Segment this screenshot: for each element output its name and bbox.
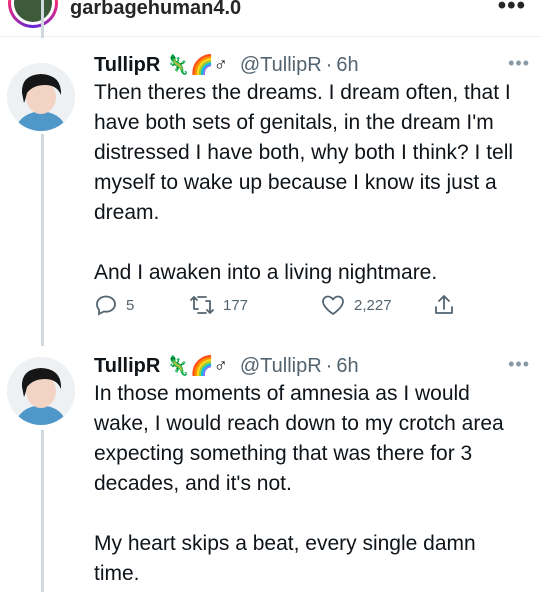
profile-avatar-image — [14, 0, 52, 22]
thread-line-top — [41, 0, 44, 38]
tweet-timestamp[interactable]: 6h — [336, 54, 358, 77]
author-emoji: 🦎🌈♂ — [166, 55, 228, 76]
share-icon — [435, 295, 453, 314]
tweet-paragraph: And I awaken into a living nightmare. — [94, 261, 438, 284]
more-options-icon[interactable]: ••• — [508, 354, 530, 375]
tweet-author-handle[interactable]: @TullipR — [240, 54, 322, 77]
tweet-author-name[interactable]: TullipR — [94, 355, 160, 378]
retweet-button[interactable]: 177 — [189, 293, 248, 317]
tweet-paragraph: Then theres the dreams. I dream often, t… — [94, 81, 514, 224]
author-emoji: 🦎🌈♂ — [166, 356, 228, 377]
ellipsis-icon[interactable]: ••• — [498, 0, 526, 20]
reply-button[interactable]: 5 — [94, 293, 134, 317]
retweet-icon — [190, 296, 214, 314]
tweet-2[interactable]: TullipR 🦎🌈♂ @TullipR · 6h ••• In those m… — [0, 352, 540, 592]
separator-dot: · — [325, 53, 333, 76]
more-options-icon[interactable]: ••• — [508, 53, 530, 74]
tweet-text: In those moments of amnesia as I would w… — [94, 379, 524, 589]
tweet-avatar[interactable] — [7, 357, 75, 425]
tweet-author-handle[interactable]: @TullipR — [240, 355, 322, 378]
avatar-illustration — [7, 357, 75, 425]
retweet-count: 177 — [223, 296, 249, 314]
tweet-paragraph: My heart skips a beat, every single damn… — [94, 532, 476, 585]
tweet-actions: 5 177 2,227 — [94, 293, 474, 323]
separator-dot: · — [325, 354, 333, 377]
tweet-header: TullipR 🦎🌈♂ @TullipR · 6h — [94, 51, 359, 79]
like-button[interactable]: 2,227 — [320, 293, 392, 317]
tweet-text: Then theres the dreams. I dream often, t… — [94, 78, 524, 288]
tweet-avatar[interactable] — [7, 63, 75, 131]
tweet-1[interactable]: TullipR 🦎🌈♂ @TullipR · 6h ••• Then there… — [0, 51, 540, 341]
tweet-timestamp[interactable]: 6h — [336, 355, 358, 378]
reply-count: 5 — [126, 296, 135, 314]
tweet-author-name[interactable]: TullipR — [94, 54, 160, 77]
tweet-paragraph: In those moments of amnesia as I would w… — [94, 382, 504, 495]
instagram-username[interactable]: garbagehuman4.0 — [70, 0, 241, 20]
reply-icon — [96, 295, 116, 316]
tweet-header: TullipR 🦎🌈♂ @TullipR · 6h — [94, 352, 359, 380]
profile-avatar — [11, 0, 55, 25]
profile-avatar-ring[interactable] — [8, 0, 58, 28]
avatar-illustration — [7, 63, 75, 131]
heart-icon — [322, 295, 344, 315]
instagram-header: garbagehuman4.0 ••• — [0, 0, 540, 37]
like-count: 2,227 — [354, 296, 392, 314]
share-button[interactable] — [432, 293, 456, 317]
